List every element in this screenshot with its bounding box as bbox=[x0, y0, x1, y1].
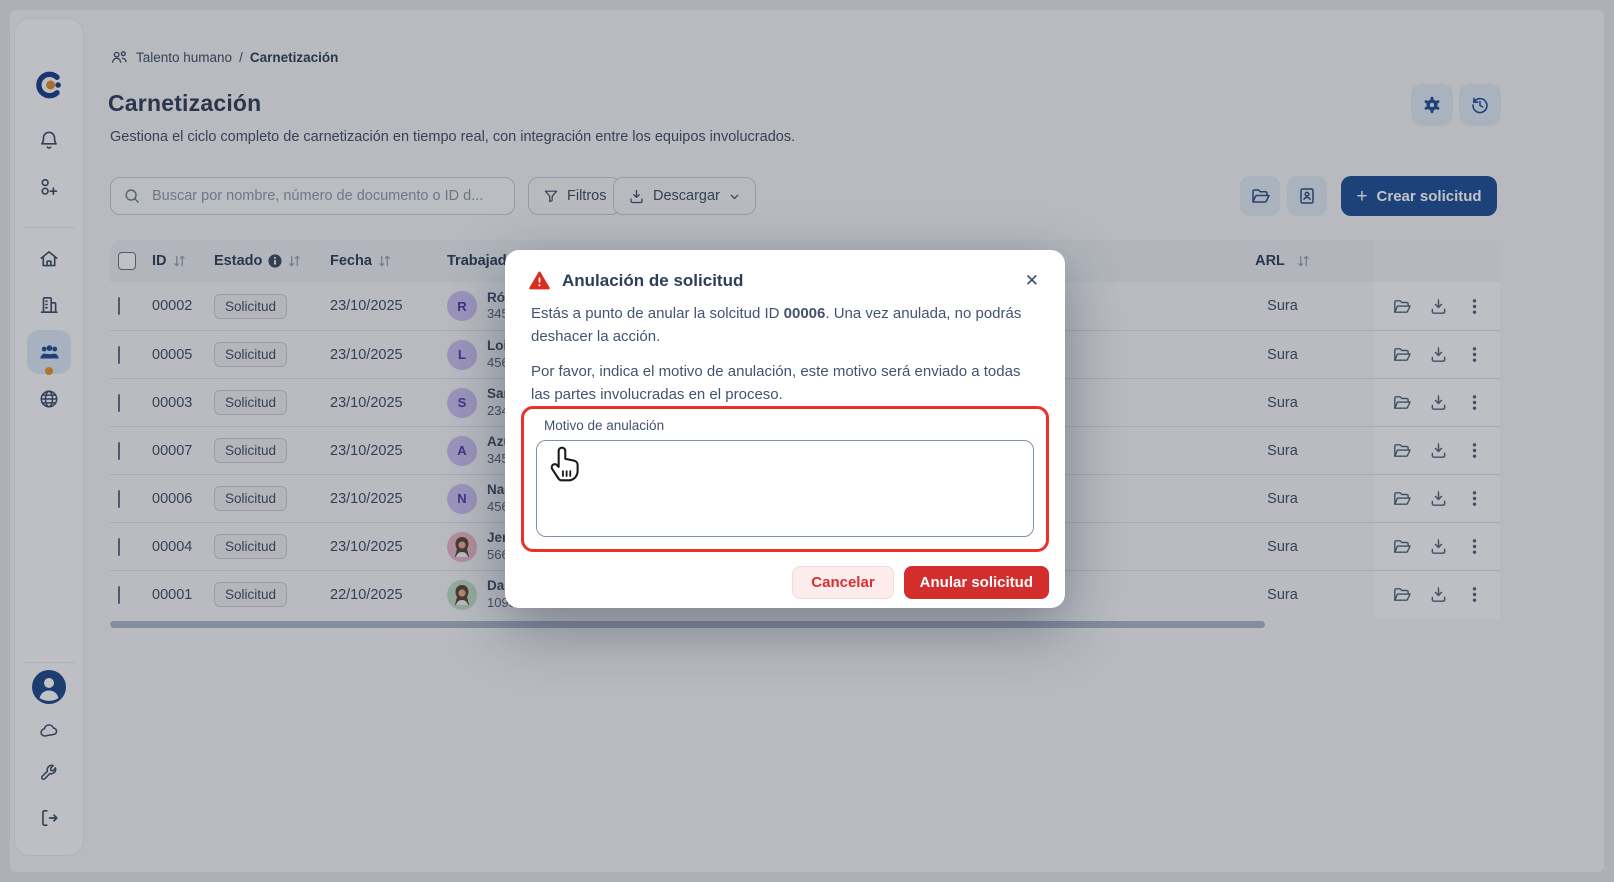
warning-icon bbox=[529, 271, 550, 290]
annulment-modal: Anulación de solicitud ✕ Estás a punto d… bbox=[505, 250, 1065, 608]
reason-textarea[interactable] bbox=[536, 440, 1034, 537]
cancel-button[interactable]: Cancelar bbox=[792, 566, 894, 599]
modal-paragraph-2: Por favor, indica el motivo de anulación… bbox=[531, 363, 1021, 404]
modal-actions: Cancelar Anular solicitud bbox=[792, 566, 1049, 599]
modal-title: Anulación de solicitud bbox=[562, 270, 744, 290]
modal-header: Anulación de solicitud ✕ bbox=[529, 270, 1041, 291]
screen: Talento humano / Carnetización Carnetiza… bbox=[0, 0, 1614, 882]
close-icon[interactable]: ✕ bbox=[1023, 270, 1041, 291]
request-id: 00006 bbox=[783, 305, 826, 322]
reason-field-label: Motivo de anulación bbox=[544, 418, 665, 433]
modal-paragraph-1: Estás a punto de anular la solcitud ID 0… bbox=[531, 305, 1022, 346]
confirm-annul-button[interactable]: Anular solicitud bbox=[903, 566, 1049, 599]
highlighted-field-group: Motivo de anulación bbox=[521, 406, 1049, 552]
